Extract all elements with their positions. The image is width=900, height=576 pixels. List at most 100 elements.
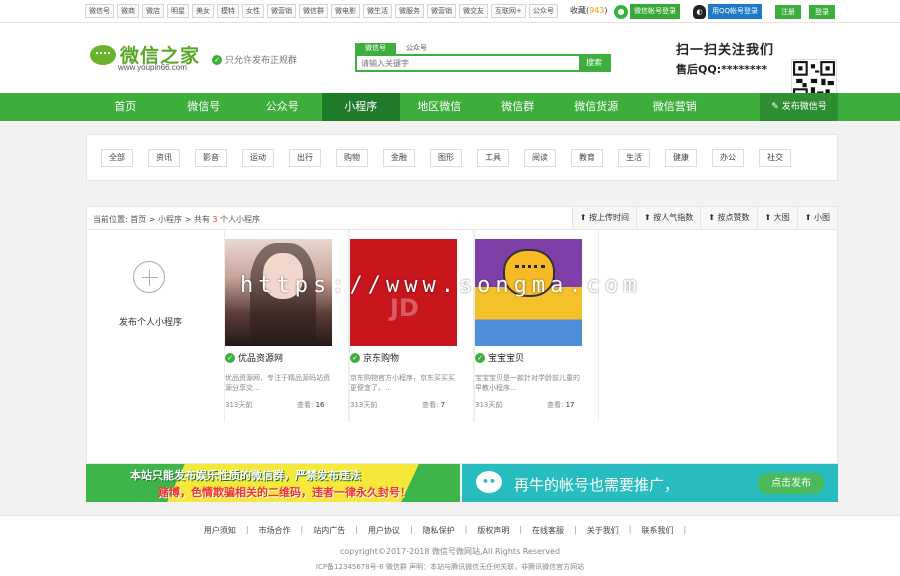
mini-program-card[interactable]: ✓ 优品资源网 优品资源网，专注于精品源码站资源分享交... 313天前 查看: … [224, 230, 349, 422]
top-link[interactable]: 微信号 [85, 4, 114, 18]
top-link[interactable]: 微商 [117, 4, 139, 18]
sort-label: 按人气指数 [653, 213, 694, 222]
category-item[interactable]: 办公 [712, 149, 744, 167]
login-button[interactable]: 登录 [809, 5, 835, 19]
nav-item-official-account[interactable]: 公众号 [243, 93, 322, 121]
publish-wechat-button[interactable]: ✎ 发布微信号 [760, 93, 838, 121]
top-link[interactable]: 女性 [242, 4, 264, 18]
card-description: 优品资源网，专注于精品源码站资源分享交... [225, 374, 330, 392]
top-link[interactable]: 微交友 [459, 4, 488, 18]
top-link[interactable]: 明星 [167, 4, 189, 18]
footer-link[interactable]: 联系我们 [641, 525, 673, 536]
footer-link[interactable]: 版权声明 [477, 525, 509, 536]
favorites-count: 943 [589, 6, 605, 15]
sort-by-likes[interactable]: ⬆ 按点赞数 [700, 207, 757, 229]
category-item[interactable]: 购物 [336, 149, 368, 167]
card-title[interactable]: ✓ 宝宝宝贝 [475, 351, 524, 364]
top-links: 微信号 微商 微店 明星 美女 模特 女性 微营销 微信群 微电影 微生活 微服… [85, 4, 558, 18]
breadcrumb-text: 当前位置: 首页 > 小程序 > 共有 [93, 215, 210, 224]
footer-links: 用户须知 | 市场合作 | 站内广告 | 用户协议 | 隐私保护 | 版权声明 | 在线客服… [203, 525, 687, 536]
top-link[interactable]: 微店 [142, 4, 164, 18]
card-title-text: 优品资源网 [238, 354, 284, 364]
category-item[interactable]: 资讯 [148, 149, 180, 167]
nav-item-wechat-id[interactable]: 微信号 [165, 93, 244, 121]
qq-login-button[interactable]: ◐ 用QQ帐号登录 [693, 4, 763, 19]
top-link[interactable]: 微营销 [267, 4, 296, 18]
top-link[interactable]: 微营销 [427, 4, 456, 18]
footer-link[interactable]: 关于我们 [587, 525, 619, 536]
footer-link[interactable]: 市场合作 [259, 525, 291, 536]
listing-panel: 当前位置: 首页 > 小程序 > 共有 3 个人小程序 ⬆ 按上传时间 ⬆ 按人… [86, 206, 838, 464]
card-title[interactable]: ✓ 优品资源网 [225, 351, 283, 364]
category-item[interactable]: 阅读 [524, 149, 556, 167]
card-title[interactable]: ✓ 京东购物 [350, 351, 399, 364]
check-circle-icon: ✓ [212, 54, 222, 65]
nav-item-groups[interactable]: 微信群 [479, 93, 558, 121]
category-item[interactable]: 影音 [195, 149, 227, 167]
register-button[interactable]: 注册 [775, 5, 801, 19]
sort-options: ⬆ 按上传时间 ⬆ 按人气指数 ⬆ 按点赞数 ⬆ 大图 ⬆ 小图 [571, 207, 837, 229]
footer-link[interactable]: 站内广告 [313, 525, 345, 536]
top-link[interactable]: 微生活 [363, 4, 392, 18]
category-item[interactable]: 金融 [383, 149, 415, 167]
nav-item-mini-program[interactable]: 小程序 [321, 93, 400, 121]
mini-program-card[interactable]: ✓ 宝宝宝贝 宝宝宝贝是一款针对学龄前儿童的早教小程序... 313天前 查看: … [474, 230, 599, 422]
top-link[interactable]: 公众号 [528, 4, 558, 18]
category-item[interactable]: 社交 [759, 149, 791, 167]
card-views: 查看: 17 [547, 400, 575, 410]
views-count: 16 [315, 401, 325, 409]
top-link[interactable]: 美女 [192, 4, 214, 18]
top-link[interactable]: 微服务 [395, 4, 424, 18]
nav-item-marketing[interactable]: 微信营销 [636, 93, 715, 121]
top-link[interactable]: 模特 [217, 4, 239, 18]
sort-by-popularity[interactable]: ⬆ 按人气指数 [636, 207, 701, 229]
category-item[interactable]: 健康 [665, 149, 697, 167]
search-tab-wechat-id[interactable]: 微信号 [355, 43, 396, 54]
nav-item-home[interactable]: 首页 [86, 93, 165, 121]
category-item[interactable]: 生活 [618, 149, 650, 167]
search-input[interactable] [357, 56, 579, 70]
category-item[interactable]: 运动 [242, 149, 274, 167]
card-age: 313天前 [475, 401, 503, 409]
search-button[interactable]: 搜索 [579, 56, 609, 70]
publish-mini-program-label: 发布个人小程序 [118, 318, 182, 328]
search-tab-official-account[interactable]: 公众号 [396, 43, 437, 54]
view-large[interactable]: ⬆ 大图 [756, 207, 797, 229]
card-age: 313天前 [225, 401, 253, 409]
footer-link[interactable]: 用户须知 [204, 525, 236, 536]
views-label: 查看: [547, 401, 564, 409]
category-item[interactable]: 教育 [571, 149, 603, 167]
sort-by-upload-time[interactable]: ⬆ 按上传时间 [571, 207, 636, 229]
promote-banner[interactable]: •• 再牛的帐号也需要推广， 点击发布 [462, 464, 838, 502]
card-age: 313天前 [350, 401, 378, 409]
top-link[interactable]: 微信群 [299, 4, 328, 18]
nav-item-regional[interactable]: 地区微信 [400, 93, 479, 121]
view-small[interactable]: ⬆ 小图 [796, 207, 837, 229]
category-item[interactable]: 图形 [430, 149, 462, 167]
sort-label: 大图 [773, 213, 790, 222]
mini-program-card[interactable]: JD ✓ 京东购物 京东购物官方小程序，京东买买买更便宜了。... 313天前 查… [349, 230, 474, 422]
category-item[interactable]: 全部 [101, 149, 133, 167]
rules-banner[interactable]: 本站只能发布娱乐性质的微信群，严禁发布违法 赌博，色情欺骗相关的二维码，违者一律… [86, 464, 460, 502]
qq-penguin-icon: ◐ [693, 4, 706, 19]
category-item[interactable]: 工具 [477, 149, 509, 167]
favorites-link[interactable]: 收藏(943) [570, 5, 608, 16]
card-title-text: 宝宝宝贝 [488, 354, 525, 364]
qq-login-label: 用QQ帐号登录 [708, 4, 763, 19]
top-link[interactable]: 互联网+ [491, 4, 526, 18]
footer-link[interactable]: 用户协议 [368, 525, 400, 536]
footer-link[interactable]: 隐私保护 [423, 525, 455, 536]
category-item[interactable]: 出行 [289, 149, 321, 167]
top-link[interactable]: 微电影 [331, 4, 360, 18]
click-publish-button[interactable]: 点击发布 [758, 473, 824, 494]
nav-item-supply[interactable]: 微信货源 [557, 93, 636, 121]
nav-items: 首页 微信号 公众号 小程序 地区微信 微信群 微信货源 微信营销 [86, 93, 714, 121]
verified-icon: ✓ [225, 352, 235, 363]
pencil-icon: ✎ [771, 102, 782, 112]
search-box: 搜索 [355, 54, 611, 72]
logo-url: www.youpin66.com [118, 63, 187, 72]
wechat-login-button[interactable]: ● 微信帐号登录 [614, 4, 680, 19]
publish-mini-program-card[interactable]: 发布个人小程序 [87, 230, 222, 422]
after-sales-qq: 售后QQ:******** [676, 63, 768, 76]
footer-link[interactable]: 在线客服 [532, 525, 564, 536]
